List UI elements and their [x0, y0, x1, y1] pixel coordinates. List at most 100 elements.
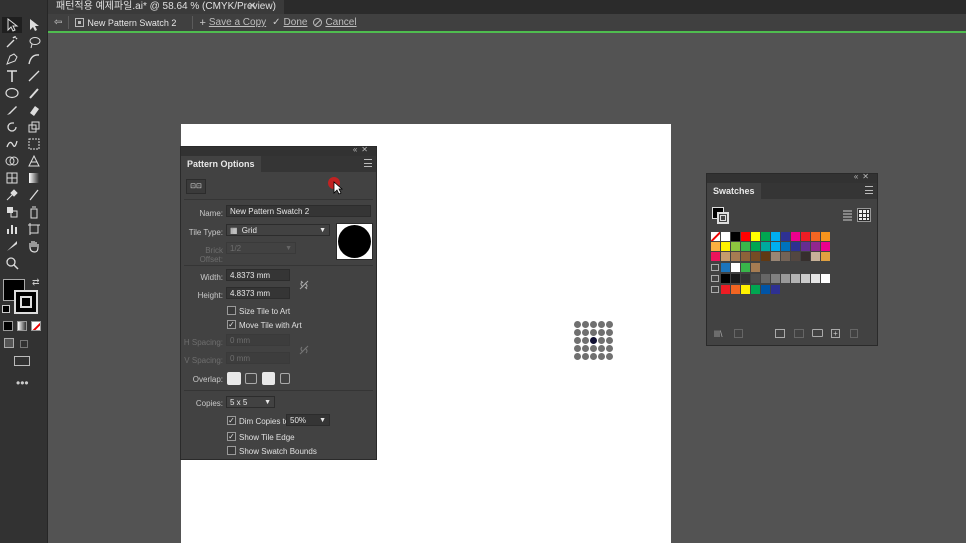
swatch[interactable]: [711, 252, 720, 261]
swatch[interactable]: [821, 252, 830, 261]
list-view-icon[interactable]: [841, 209, 854, 221]
draw-mode-icon[interactable]: [4, 338, 14, 348]
edit-toolbar-icon[interactable]: •••: [16, 376, 29, 390]
selection-tool-icon[interactable]: [2, 17, 22, 33]
swatch[interactable]: [761, 274, 770, 283]
swatch[interactable]: [781, 232, 790, 241]
swatch[interactable]: [751, 232, 760, 241]
overlap-top-in-front-icon[interactable]: [262, 372, 275, 385]
new-color-group-icon[interactable]: [812, 329, 823, 337]
swatch[interactable]: [731, 274, 740, 283]
eyedropper-tool-icon[interactable]: [2, 187, 22, 203]
swatch[interactable]: [731, 232, 740, 241]
pen-tool-icon[interactable]: [2, 51, 22, 67]
draw-behind-icon[interactable]: [20, 340, 28, 348]
color-group-folder-icon[interactable]: [711, 264, 719, 271]
color-group-folder-icon[interactable]: [711, 286, 719, 293]
none-mode-icon[interactable]: [31, 321, 41, 331]
collapse-close-icon[interactable]: «✕: [854, 172, 873, 181]
done-button[interactable]: ✓ Done: [272, 17, 307, 28]
back-arrow-icon[interactable]: ⇦: [54, 17, 62, 28]
free-transform-tool-icon[interactable]: [24, 136, 44, 152]
eraser-tool-icon[interactable]: [24, 102, 44, 118]
swatch[interactable]: [751, 242, 760, 251]
swatch[interactable]: [761, 285, 770, 294]
link-proportions-icon[interactable]: [298, 279, 310, 291]
swatch[interactable]: [761, 252, 770, 261]
document-tab-close-icon[interactable]: ✕: [248, 0, 256, 14]
copies-select[interactable]: 5 x 5 ▼: [226, 396, 275, 408]
swatch-libraries-icon[interactable]: lll\: [714, 329, 723, 339]
panel-title[interactable]: Pattern Options: [181, 156, 261, 172]
swatch[interactable]: [781, 252, 790, 261]
swap-fill-stroke-icon[interactable]: ⇄: [32, 277, 40, 288]
size-tile-to-art-checkbox[interactable]: [227, 306, 236, 315]
swatch[interactable]: [771, 274, 780, 283]
slice-tool-icon[interactable]: [2, 238, 22, 254]
screen-mode-icon[interactable]: [14, 356, 30, 366]
swatch[interactable]: [791, 252, 800, 261]
swatch[interactable]: [751, 285, 760, 294]
color-mode-icon[interactable]: [3, 321, 13, 331]
save-copy-button[interactable]: + Save a Copy: [199, 17, 266, 29]
swatch[interactable]: [721, 263, 730, 272]
swatch[interactable]: [731, 285, 740, 294]
line-tool-icon[interactable]: [24, 68, 44, 84]
color-group-folder-icon[interactable]: [711, 275, 719, 282]
paintbrush-tool-icon[interactable]: [24, 85, 44, 101]
swatch[interactable]: [761, 232, 770, 241]
swatch[interactable]: [801, 242, 810, 251]
swatch[interactable]: [751, 263, 760, 272]
swatch[interactable]: [821, 232, 830, 241]
swatch[interactable]: [731, 242, 740, 251]
swatch[interactable]: [741, 263, 750, 272]
swatch[interactable]: [721, 274, 730, 283]
panel-titlebar[interactable]: «✕: [181, 145, 376, 156]
pattern-tile-tool-icon[interactable]: ⊡⊡: [186, 179, 206, 194]
panel-titlebar[interactable]: «✕: [707, 172, 877, 183]
scale-tool-icon[interactable]: [24, 119, 44, 135]
swatch[interactable]: [721, 252, 730, 261]
height-field[interactable]: 4.8373 mm: [226, 287, 290, 299]
fill-stroke-indicator[interactable]: [712, 207, 730, 225]
show-swatch-bounds-checkbox[interactable]: [227, 446, 236, 455]
swatch[interactable]: [771, 232, 780, 241]
swatch[interactable]: [711, 242, 720, 251]
swatch[interactable]: [711, 232, 720, 241]
gradient-mode-icon[interactable]: [17, 321, 27, 331]
swatch[interactable]: [821, 274, 830, 283]
swatch[interactable]: [801, 232, 810, 241]
swatch[interactable]: [761, 242, 770, 251]
dim-copies-checkbox[interactable]: ✓: [227, 416, 236, 425]
swatch[interactable]: [811, 252, 820, 261]
pencil-tool-icon[interactable]: [2, 102, 22, 118]
hand-tool-icon[interactable]: [24, 238, 44, 254]
overlap-right-in-front-icon[interactable]: [245, 373, 257, 384]
perspective-grid-tool-icon[interactable]: [24, 153, 44, 169]
panel-menu-icon[interactable]: [364, 159, 372, 167]
grid-view-icon[interactable]: [857, 208, 871, 222]
swatch[interactable]: [781, 242, 790, 251]
pattern-tile-preview[interactable]: [573, 320, 615, 362]
cancel-button[interactable]: Cancel: [313, 17, 357, 28]
swatch[interactable]: [811, 242, 820, 251]
swatch[interactable]: [741, 242, 750, 251]
new-swatch-icon[interactable]: +: [831, 329, 840, 338]
stroke-swatch[interactable]: [14, 290, 38, 314]
swatch[interactable]: [731, 252, 740, 261]
type-tool-icon[interactable]: [2, 68, 22, 84]
swatch[interactable]: [791, 242, 800, 251]
mesh-tool-icon[interactable]: [2, 170, 22, 186]
show-tile-edge-checkbox[interactable]: ✓: [227, 432, 236, 441]
collapse-close-icon[interactable]: «✕: [353, 145, 372, 154]
default-fill-stroke-icon[interactable]: [2, 305, 10, 313]
rotate-tool-icon[interactable]: [2, 119, 22, 135]
overlap-bottom-in-front-icon[interactable]: [280, 373, 290, 384]
swatch[interactable]: [771, 242, 780, 251]
swatch[interactable]: [741, 252, 750, 261]
swatch[interactable]: [731, 263, 740, 272]
swatch[interactable]: [741, 285, 750, 294]
panel-title[interactable]: Swatches: [707, 183, 761, 199]
swatch[interactable]: [771, 252, 780, 261]
swatch[interactable]: [791, 274, 800, 283]
